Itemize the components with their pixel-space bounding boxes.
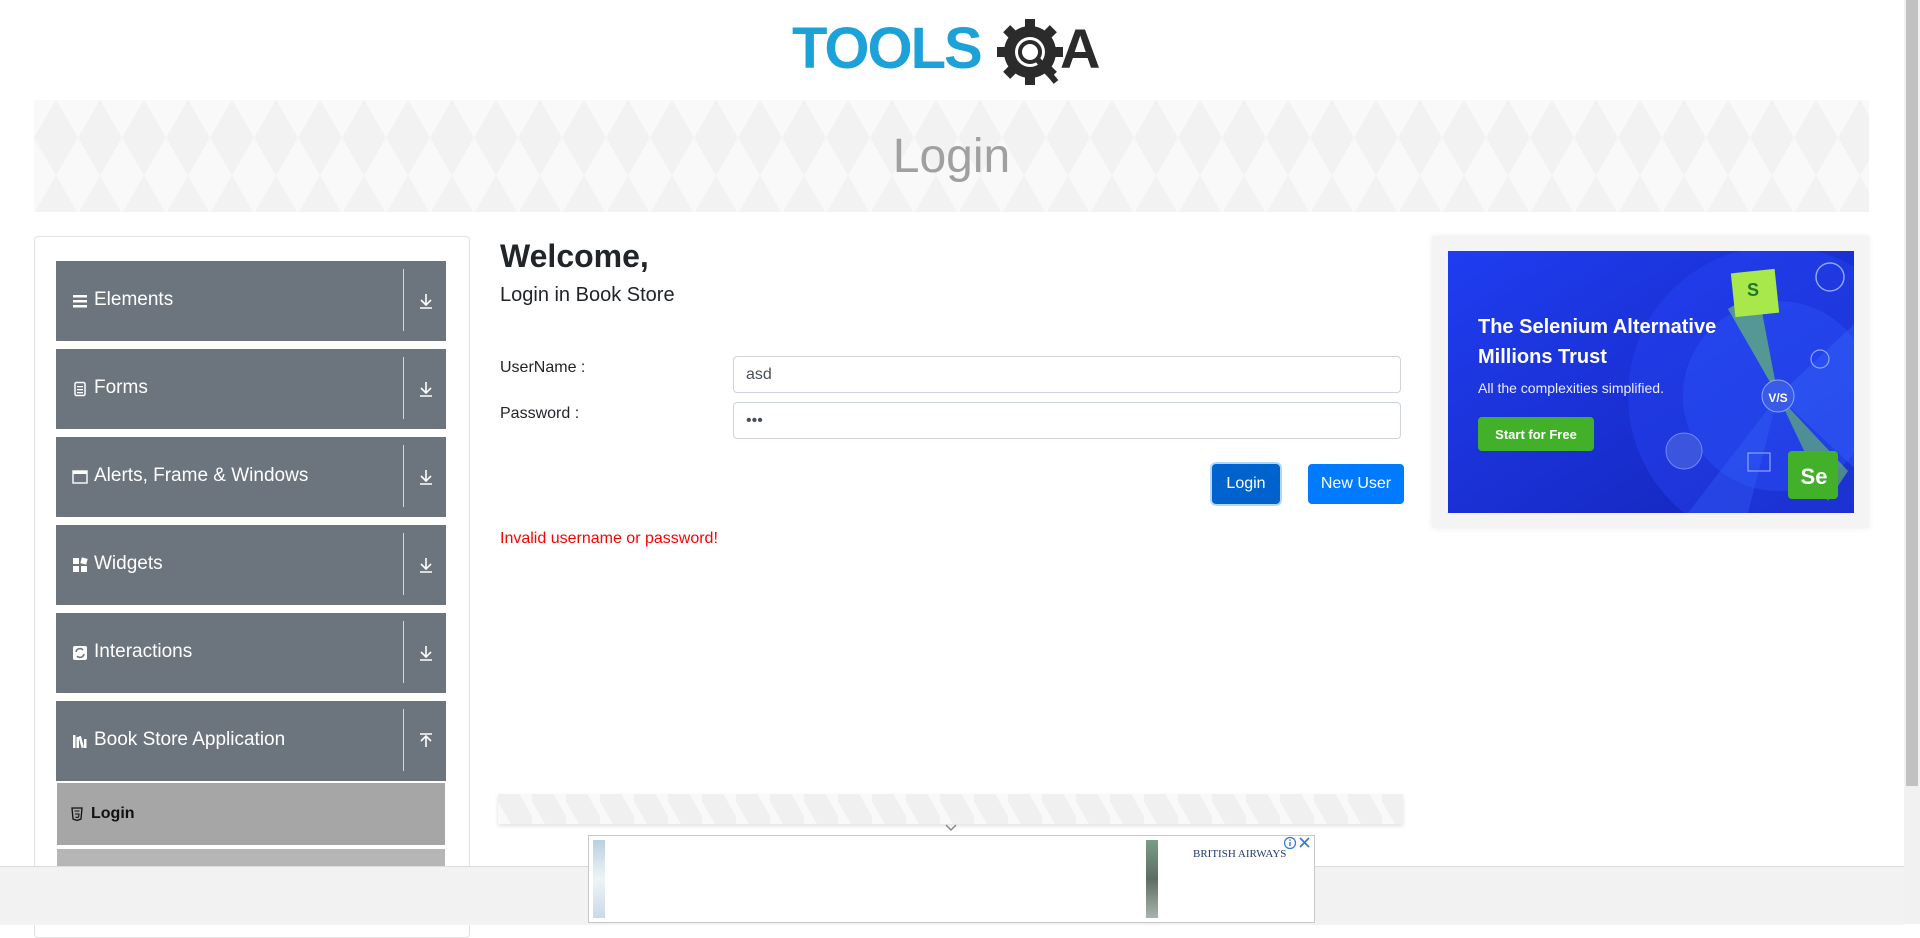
username-input[interactable]	[733, 356, 1401, 393]
chevron-down-icon[interactable]	[944, 820, 958, 832]
sidebar-group-label: Forms	[94, 377, 148, 398]
download-arrow-icon	[416, 643, 436, 663]
sidebar-group-book-store[interactable]: Book Store Application	[56, 701, 446, 781]
page-title: Login	[892, 129, 1011, 183]
sidebar-group-elements[interactable]: Elements	[56, 261, 446, 341]
divider	[403, 533, 404, 595]
download-arrow-icon	[416, 379, 436, 399]
sidebar-group-label: Book Store Application	[94, 729, 286, 750]
new-user-button[interactable]: New User	[1308, 464, 1404, 504]
password-input[interactable]: •••	[733, 402, 1401, 439]
error-message: Invalid username or password!	[500, 530, 718, 547]
download-arrow-icon	[416, 291, 436, 311]
sidebar-group-label: Elements	[94, 289, 174, 310]
toolsqa-logo[interactable]: TOOLS A	[792, 14, 1114, 90]
widgets-icon	[72, 557, 88, 573]
ad-title: Millions Trust	[1478, 346, 1607, 368]
divider	[403, 269, 404, 331]
divider	[403, 621, 404, 683]
login-button[interactable]: Login	[1212, 464, 1280, 504]
sidebar-group-widgets[interactable]: Widgets	[56, 525, 446, 605]
password-mask: •••	[746, 411, 763, 429]
password-label: Password :	[500, 405, 580, 422]
ad-brand: BRITISH AIRWAYS	[1193, 848, 1287, 860]
sidebar-group-interactions[interactable]: Interactions	[56, 613, 446, 693]
scrollbar-thumb[interactable]	[1906, 0, 1918, 786]
sidebar-group-alerts[interactable]: Alerts, Frame & Windows	[56, 437, 446, 517]
books-icon	[72, 733, 88, 749]
list-icon	[72, 293, 88, 309]
divider	[403, 709, 404, 771]
divider	[403, 445, 404, 507]
window-icon	[72, 469, 88, 485]
bottom-ad[interactable]: BRITISH AIRWAYS	[588, 835, 1315, 923]
upload-arrow-icon	[416, 731, 436, 751]
ad-subtitle: All the complexities simplified.	[1478, 380, 1664, 396]
username-label: UserName :	[500, 359, 586, 376]
sidebar-group-label: Interactions	[94, 641, 193, 662]
svg-text:TOOLS: TOOLS	[792, 16, 981, 81]
divider	[403, 357, 404, 419]
sidebar-group-forms[interactable]: Forms	[56, 349, 446, 429]
document-icon	[72, 381, 88, 397]
html5-icon	[71, 807, 83, 822]
ad-badge-vs: V/S	[1768, 391, 1788, 405]
ad-badge-s: S	[1746, 279, 1759, 300]
sidebar-item-label: Login	[91, 805, 135, 822]
download-arrow-icon	[416, 467, 436, 487]
sidebar: Elements Forms Alerts, Frame & Windows W…	[34, 236, 470, 938]
ad-badge-se: Se	[1800, 464, 1828, 489]
ad-image	[593, 840, 605, 918]
sidebar-item-login[interactable]: Login	[57, 783, 445, 845]
ad-image	[1146, 840, 1158, 918]
download-arrow-icon	[416, 555, 436, 575]
svg-text:A: A	[1060, 17, 1100, 80]
ad-start-button[interactable]: Start for Free	[1478, 417, 1594, 451]
ad-close-icon[interactable]	[1282, 836, 1312, 852]
sidebar-group-label: Widgets	[94, 553, 163, 574]
welcome-heading: Welcome,	[500, 238, 649, 274]
interactions-icon	[72, 645, 88, 661]
login-subtitle: Login in Book Store	[500, 284, 675, 306]
ad-title: The Selenium Alternative	[1478, 316, 1717, 338]
sidebar-group-label: Alerts, Frame & Windows	[94, 465, 309, 486]
page-banner: Login	[34, 100, 1869, 212]
